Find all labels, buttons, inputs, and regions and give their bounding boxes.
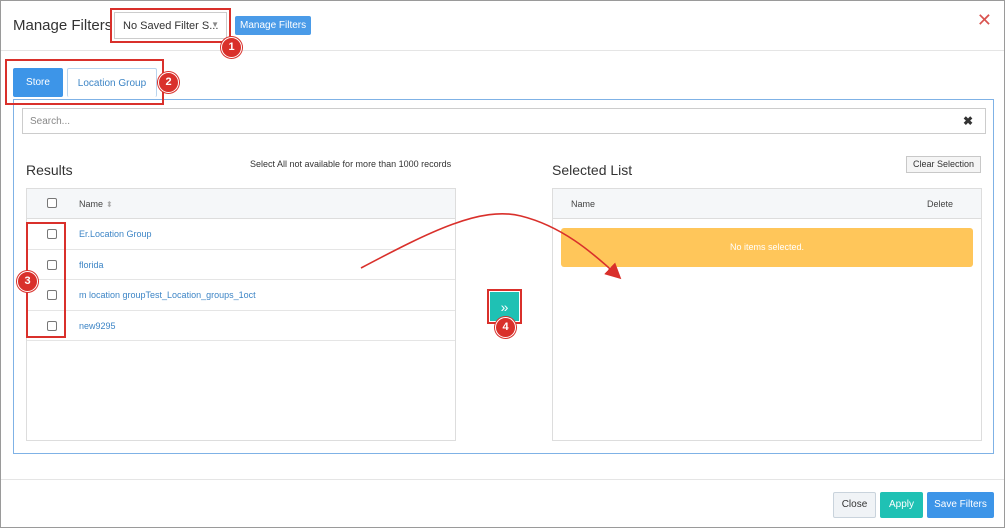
manage-filters-dialog: Manage Filters No Saved Filter S... ▼ Ma… xyxy=(0,0,1005,528)
annotation-arrow xyxy=(360,212,622,280)
